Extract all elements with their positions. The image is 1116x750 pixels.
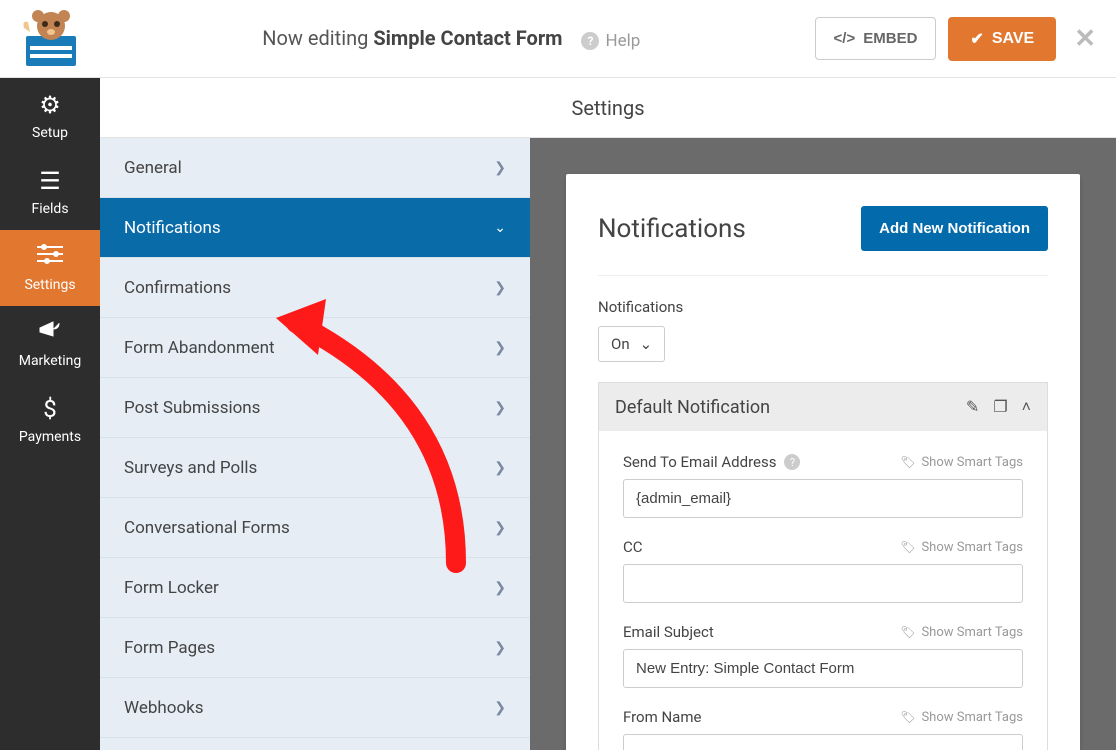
field-label: From Name (623, 708, 701, 726)
topbar: Now editing Simple Contact Form ? Help <… (0, 0, 1116, 78)
settings-subnav: General ❯ Notifications ⌄ Confirmations … (100, 138, 530, 750)
save-label: SAVE (992, 30, 1034, 48)
code-icon: </> (834, 30, 856, 47)
smart-tags-link[interactable]: 🏷 Show Smart Tags (900, 455, 1023, 470)
sidebar-label: Fields (31, 201, 68, 217)
subnav-label: Form Pages (124, 638, 215, 658)
cc-input[interactable] (623, 564, 1023, 603)
chevron-right-icon: ❯ (494, 700, 506, 716)
notifications-card: Notifications Add New Notification Notif… (566, 174, 1080, 750)
subnav-label: Webhooks (124, 698, 204, 718)
notifications-toggle-label: Notifications (598, 298, 1048, 316)
sidebar-label: Setup (32, 125, 68, 141)
editing-label: Now editing Simple Contact Form ? Help (102, 26, 815, 51)
close-icon[interactable]: ✕ (1074, 24, 1096, 54)
chevron-right-icon: ❯ (494, 640, 506, 656)
notifications-toggle-select[interactable]: On ⌄ (598, 326, 665, 362)
question-icon[interactable]: ? (784, 454, 800, 470)
chevron-down-icon: ⌄ (640, 335, 653, 353)
subnav-item-form-pages[interactable]: Form Pages ❯ (100, 618, 530, 678)
subnav-item-confirmations[interactable]: Confirmations ❯ (100, 258, 530, 318)
copy-icon[interactable]: ❐ (993, 397, 1007, 417)
group-header[interactable]: Default Notification ✎ ❐ ˄ (599, 383, 1047, 431)
chevron-right-icon: ❯ (494, 580, 506, 596)
sidebar-item-payments[interactable]: $ Payments (0, 382, 100, 458)
sliders-icon (37, 243, 63, 271)
subnav-label: Surveys and Polls (124, 458, 257, 478)
question-icon: ? (581, 32, 599, 50)
tag-icon: 🏷 (900, 540, 915, 554)
subnav-label: Notifications (124, 218, 221, 238)
panel-title: Notifications (598, 214, 746, 244)
now-editing-text: Now editing (262, 26, 368, 50)
chevron-right-icon: ❯ (494, 280, 506, 296)
help-link[interactable]: ? Help (581, 31, 640, 51)
subnav-label: General (124, 158, 182, 178)
subnav-item-post-submissions[interactable]: Post Submissions ❯ (100, 378, 530, 438)
form-name: Simple Contact Form (373, 26, 562, 50)
tag-icon: 🏷 (900, 625, 915, 639)
send-to-input[interactable] (623, 479, 1023, 518)
sidebar-item-fields[interactable]: ☰ Fields (0, 154, 100, 230)
email-subject-input[interactable] (623, 649, 1023, 688)
chevron-right-icon: ❯ (494, 460, 506, 476)
smart-tags-link[interactable]: 🏷 Show Smart Tags (900, 625, 1023, 640)
field-label: Send To Email Address ? (623, 453, 800, 471)
chevron-right-icon: ❯ (494, 400, 506, 416)
pencil-icon[interactable]: ✎ (966, 397, 979, 417)
chevron-right-icon: ❯ (494, 520, 506, 536)
subnav-item-notifications[interactable]: Notifications ⌄ (100, 198, 530, 258)
tag-icon: 🏷 (900, 710, 915, 724)
subnav-label: Confirmations (124, 278, 231, 298)
subnav-item-form-abandonment[interactable]: Form Abandonment ❯ (100, 318, 530, 378)
subnav-item-webhooks[interactable]: Webhooks ❯ (100, 678, 530, 738)
check-icon: ✔ (970, 29, 983, 49)
subnav-label: Form Locker (124, 578, 219, 598)
dollar-icon: $ (43, 395, 57, 423)
chevron-up-icon[interactable]: ˄ (1022, 397, 1031, 417)
notification-group: Default Notification ✎ ❐ ˄ (598, 382, 1048, 750)
embed-label: EMBED (863, 30, 917, 47)
page-title: Settings (100, 78, 1116, 138)
chevron-right-icon: ❯ (494, 160, 506, 176)
chevron-right-icon: ❯ (494, 340, 506, 356)
wpforms-logo (20, 8, 82, 70)
gear-icon: ⚙ (39, 91, 61, 119)
save-button[interactable]: ✔ SAVE (948, 17, 1056, 61)
help-label: Help (605, 31, 640, 51)
field-label: CC (623, 538, 643, 556)
bullhorn-icon (37, 319, 63, 347)
sidebar-item-setup[interactable]: ⚙ Setup (0, 78, 100, 154)
subnav-item-form-locker[interactable]: Form Locker ❯ (100, 558, 530, 618)
list-icon: ☰ (39, 167, 61, 195)
add-notification-button[interactable]: Add New Notification (861, 206, 1048, 251)
subnav-label: Conversational Forms (124, 518, 290, 538)
embed-button[interactable]: </> EMBED (815, 17, 937, 60)
sidebar-label: Payments (19, 429, 81, 445)
field-label: Email Subject (623, 623, 714, 641)
group-title: Default Notification (615, 397, 770, 418)
from-name-input[interactable] (623, 734, 1023, 750)
subnav-label: Form Abandonment (124, 338, 275, 358)
smart-tags-link[interactable]: 🏷 Show Smart Tags (900, 540, 1023, 555)
chevron-down-icon: ⌄ (494, 220, 506, 236)
subnav-item-conversational-forms[interactable]: Conversational Forms ❯ (100, 498, 530, 558)
tag-icon: 🏷 (900, 455, 915, 469)
sidebar-item-marketing[interactable]: Marketing (0, 306, 100, 382)
smart-tags-link[interactable]: 🏷 Show Smart Tags (900, 710, 1023, 725)
sidebar-item-settings[interactable]: Settings (0, 230, 100, 306)
sidebar-label: Marketing (19, 353, 82, 369)
sidebar-label: Settings (24, 277, 75, 293)
main-panel: Notifications Add New Notification Notif… (530, 138, 1116, 750)
sidebar: ⚙ Setup ☰ Fields Settings Marketing $ Pa… (0, 78, 100, 750)
subnav-item-surveys-and-polls[interactable]: Surveys and Polls ❯ (100, 438, 530, 498)
toggle-value: On (611, 335, 630, 353)
subnav-item-general[interactable]: General ❯ (100, 138, 530, 198)
subnav-label: Post Submissions (124, 398, 260, 418)
